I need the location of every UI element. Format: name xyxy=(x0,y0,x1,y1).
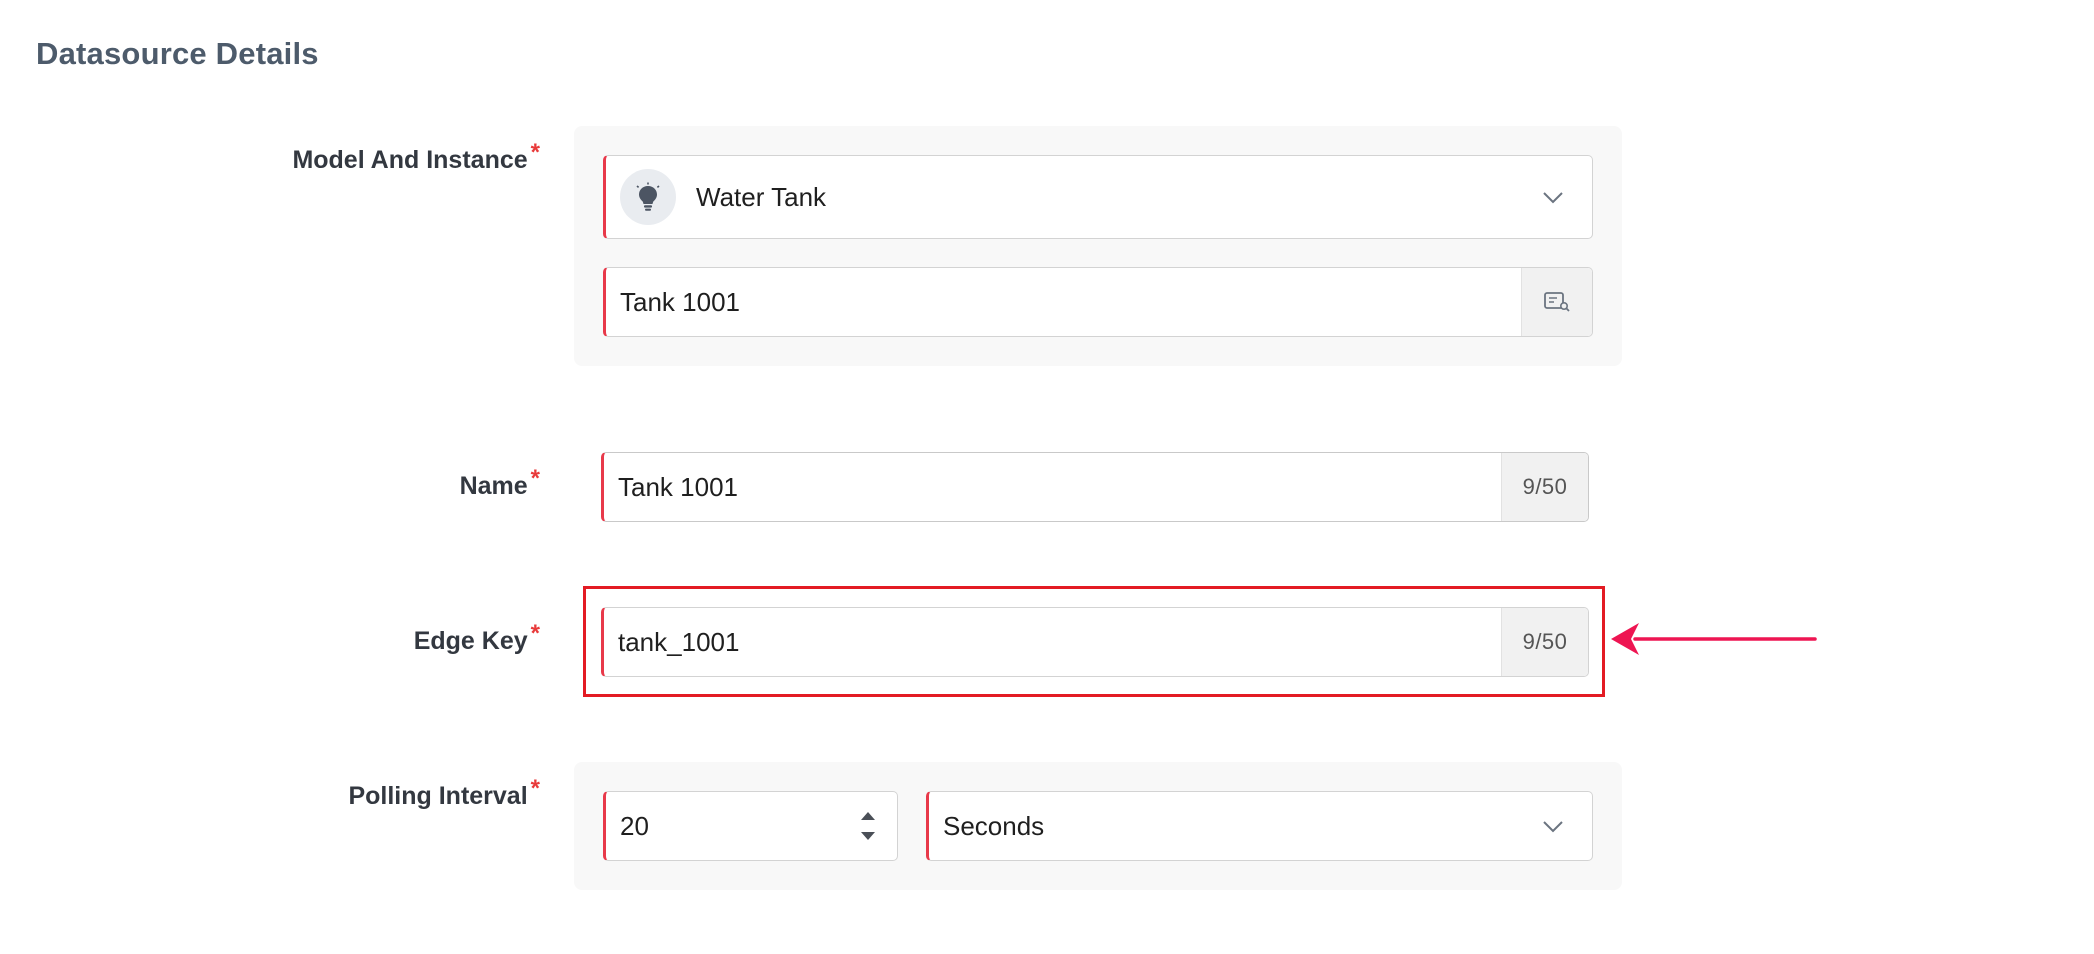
required-mark: * xyxy=(530,775,540,802)
polling-unit-value: Seconds xyxy=(943,810,1045,841)
polling-interval-label: Polling Interval * xyxy=(348,775,540,810)
model-select[interactable]: Water Tank xyxy=(603,155,1593,239)
required-mark: * xyxy=(530,465,540,492)
search-list-icon xyxy=(1544,292,1570,312)
chevron-down-icon xyxy=(1543,821,1563,833)
pointer-arrow-icon xyxy=(1611,623,1817,655)
model-instance-label: Model And Instance * xyxy=(292,139,540,174)
instance-input-value: Tank 1001 xyxy=(620,286,740,317)
instance-lookup-button[interactable] xyxy=(1521,268,1592,336)
increment-arrow-icon[interactable] xyxy=(860,811,876,821)
number-stepper[interactable] xyxy=(853,796,883,856)
required-mark: * xyxy=(530,620,540,647)
polling-unit-select[interactable]: Seconds xyxy=(926,791,1593,861)
edge-key-label: Edge Key * xyxy=(413,620,540,655)
model-select-value: Water Tank xyxy=(696,181,827,212)
name-label: Name * xyxy=(459,465,540,500)
name-char-counter: 9/50 xyxy=(1501,453,1588,521)
required-mark: * xyxy=(530,139,540,166)
decrement-arrow-icon[interactable] xyxy=(860,831,876,841)
polling-interval-value: 20 xyxy=(620,810,649,841)
instance-input[interactable]: Tank 1001 xyxy=(603,267,1593,337)
edge-key-char-counter: 9/50 xyxy=(1501,608,1588,676)
polling-interval-number-input[interactable]: 20 xyxy=(603,791,898,861)
section-title: Datasource Details xyxy=(36,36,319,71)
edge-key-input[interactable]: tank_1001 9/50 xyxy=(601,607,1589,677)
name-input[interactable]: Tank 1001 9/50 xyxy=(601,452,1589,522)
lightbulb-icon xyxy=(620,169,676,225)
edge-key-input-value: tank_1001 xyxy=(618,626,740,657)
chevron-down-icon xyxy=(1543,192,1563,204)
name-input-value: Tank 1001 xyxy=(618,471,738,502)
